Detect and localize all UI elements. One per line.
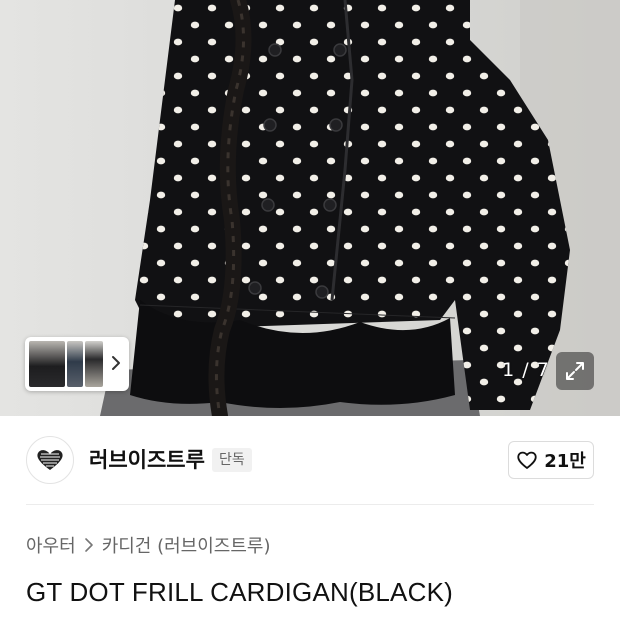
breadcrumb: 아우터 카디건 (러브이즈트루)	[26, 530, 271, 560]
breadcrumb-subcategory[interactable]: 카디건 (러브이즈트루)	[102, 532, 271, 558]
thumbnail-images	[29, 341, 103, 387]
thumbnail-1[interactable]	[29, 341, 65, 387]
brand-logo[interactable]	[26, 436, 74, 484]
like-button[interactable]: 21만	[508, 441, 594, 479]
thumbnail-3[interactable]	[85, 341, 103, 387]
expand-button[interactable]	[556, 352, 594, 390]
breadcrumb-category[interactable]: 아우터	[26, 532, 76, 558]
expand-icon	[566, 362, 584, 380]
thumbnail-strip[interactable]	[25, 337, 129, 391]
section-divider	[26, 504, 594, 505]
product-title: GT DOT FRILL CARDIGAN(BLACK)	[26, 577, 453, 607]
chevron-right-icon[interactable]	[109, 353, 123, 373]
exclusive-badge: 단독	[212, 448, 252, 472]
thumbnail-2[interactable]	[67, 341, 83, 387]
heart-outline-icon	[517, 451, 537, 469]
heart-logo-icon	[37, 450, 63, 470]
image-page-counter: 1 / 7	[502, 359, 550, 381]
chevron-right-icon	[84, 538, 93, 552]
brand-row: 러브이즈트루 단독 21만	[0, 416, 620, 506]
like-count: 21만	[544, 451, 586, 472]
product-image-gallery[interactable]: 1 / 7	[0, 0, 620, 416]
brand-name[interactable]: 러브이즈트루	[89, 446, 205, 474]
